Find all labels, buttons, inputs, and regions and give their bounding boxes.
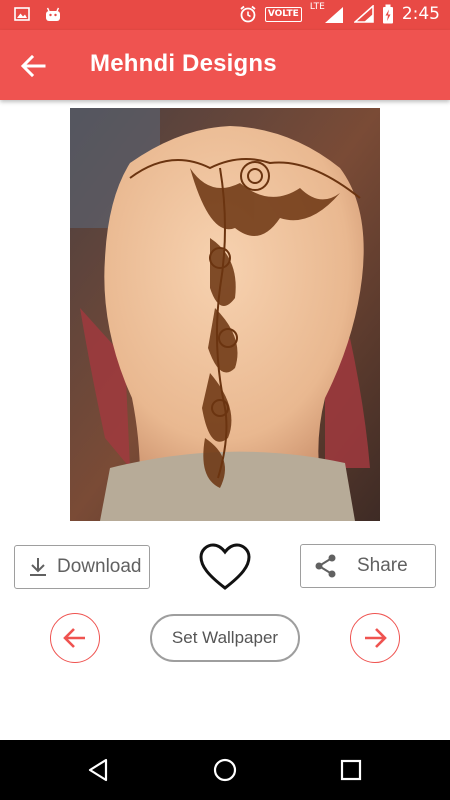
mehndi-design-image <box>70 108 380 521</box>
image-icon <box>14 7 30 21</box>
previous-button[interactable] <box>50 613 100 663</box>
share-icon <box>315 554 336 578</box>
battery-charging-icon <box>382 4 393 24</box>
signal-icon <box>324 7 343 23</box>
android-icon <box>46 7 60 21</box>
recents-square-icon[interactable] <box>338 757 364 783</box>
app-bar: Mehndi Designs <box>0 30 450 100</box>
download-label: Download <box>57 556 142 577</box>
set-wallpaper-button[interactable]: Set Wallpaper <box>150 614 300 662</box>
share-label: Share <box>357 555 408 576</box>
arrow-left-icon[interactable] <box>18 52 48 80</box>
share-button[interactable]: Share <box>300 544 436 588</box>
arrow-right-circle-icon <box>365 628 387 648</box>
home-circle-icon[interactable] <box>212 757 238 783</box>
download-button[interactable]: Download <box>14 545 150 589</box>
heart-outline-icon[interactable] <box>198 542 252 592</box>
page-title: Mehndi Designs <box>90 50 277 77</box>
volte-badge: VOLTE <box>264 6 302 22</box>
system-navigation-bar <box>0 740 450 800</box>
status-bar: VOLTE LTE 2:45 <box>0 0 450 30</box>
download-icon <box>30 558 46 576</box>
lte-signal: LTE <box>310 2 346 24</box>
alarm-icon <box>240 5 256 23</box>
wifi-signal-icon <box>353 5 374 23</box>
back-triangle-icon[interactable] <box>86 757 112 783</box>
arrow-left-circle-icon <box>63 628 85 648</box>
status-time: 2:45 <box>401 4 440 24</box>
next-button[interactable] <box>350 613 400 663</box>
